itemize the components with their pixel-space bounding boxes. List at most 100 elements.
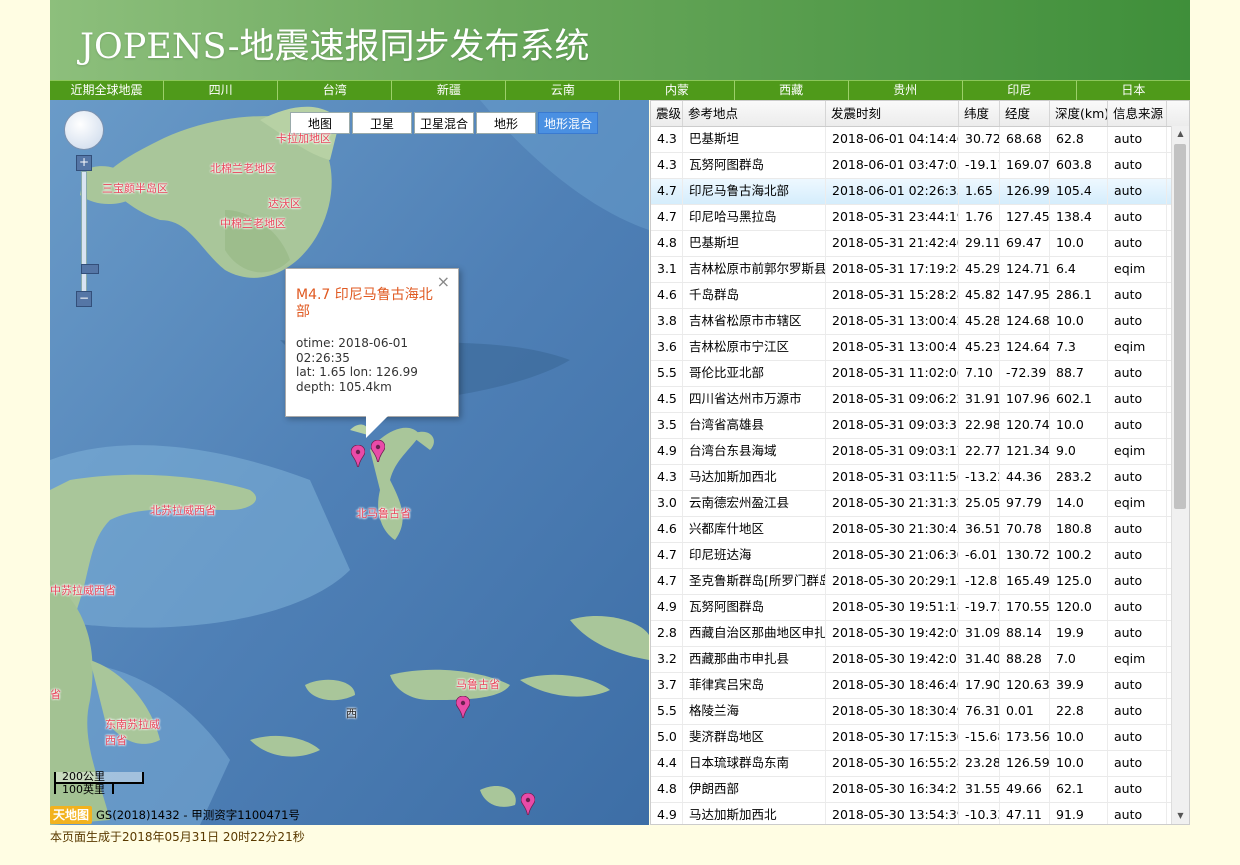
- cell-location: 吉林松原市宁江区: [683, 335, 826, 360]
- column-header-lon[interactable]: 经度: [1000, 101, 1050, 126]
- map-type-terrain[interactable]: 地形: [476, 112, 536, 134]
- cell-lat: 17.90: [959, 673, 1000, 698]
- table-row[interactable]: 4.9马达加斯加西北2018-05-30 13:54:39-10.3347.11…: [651, 803, 1189, 824]
- cell-source: auto: [1108, 283, 1167, 308]
- column-header-lat[interactable]: 纬度: [959, 101, 1000, 126]
- table-row[interactable]: 4.5 四川省达州市万源市 2018-05-31 09:06:22 31.91 107.…: [651, 387, 1189, 413]
- table-row[interactable]: 3.2 西藏那曲市申扎县 2018-05-30 19:42:01 31.40 88.28…: [651, 647, 1189, 673]
- zoom-in-button[interactable]: +: [76, 155, 92, 171]
- map-label: 北马鲁古省: [356, 507, 411, 520]
- map-type-satellite-hybrid[interactable]: 卫星混合: [414, 112, 474, 134]
- zoom-slider[interactable]: [81, 171, 99, 293]
- cell-source: auto: [1108, 777, 1167, 802]
- cell-magnitude: 4.9: [651, 803, 683, 824]
- map-label: 马鲁古省: [456, 678, 500, 691]
- earthquake-map[interactable]: + − 地图 卫星 卫星混合 地形 地形混合 卡拉加地区 北棉兰老地区 三宝颜半…: [50, 100, 649, 825]
- cell-location: 台湾省高雄县: [683, 413, 826, 438]
- cell-lon: 124.71: [1000, 257, 1050, 282]
- map-type-satellite[interactable]: 卫星: [352, 112, 412, 134]
- table-row[interactable]: 2.8 西藏自治区那曲地区申扎县 2018-05-30 19:42:09 31.09 8…: [651, 621, 1189, 647]
- cell-location: 吉林省松原市市辖区: [683, 309, 826, 334]
- nav-item-indonesia[interactable]: 印尼: [962, 80, 1077, 100]
- cell-location: 哥伦比亚北部: [683, 361, 826, 386]
- earthquake-marker[interactable]: [456, 696, 470, 718]
- cell-magnitude: 2.8: [651, 621, 683, 646]
- cell-lat: 31.91: [959, 387, 1000, 412]
- column-header-time[interactable]: 发震时刻: [826, 101, 959, 126]
- table-row[interactable]: 4.7 印尼哈马黑拉岛 2018-05-31 23:44:19 1.76 127.45 1…: [651, 205, 1189, 231]
- nav-item-yunnan[interactable]: 云南: [506, 80, 621, 100]
- cell-depth: 7.3: [1050, 335, 1108, 360]
- table-row[interactable]: 3.6 吉林松原市宁江区 2018-05-31 13:00:41 45.23 124.6…: [651, 335, 1189, 361]
- earthquake-marker[interactable]: [371, 440, 385, 462]
- cell-time: 2018-05-31 17:19:28: [826, 257, 959, 282]
- nav-item-xinjiang[interactable]: 新疆: [392, 80, 507, 100]
- nav-item-japan[interactable]: 日本: [1076, 80, 1190, 100]
- scroll-up-icon[interactable]: ▲: [1172, 126, 1189, 142]
- cell-location: 云南德宏州盈江县: [683, 491, 826, 516]
- cell-lon: 68.68: [1000, 127, 1050, 152]
- table-row[interactable]: 4.7 印尼班达海 2018-05-30 21:06:30 -6.01 130.72 10…: [651, 543, 1189, 569]
- scrollbar-thumb[interactable]: [1174, 144, 1186, 509]
- cell-lon: 126.59: [1000, 751, 1050, 776]
- map-type-terrain-hybrid[interactable]: 地形混合: [538, 112, 598, 134]
- nav-item-taiwan[interactable]: 台湾: [278, 80, 393, 100]
- zoom-slider-handle[interactable]: [81, 264, 99, 274]
- table-row[interactable]: 4.8 伊朗西部 2018-05-30 16:34:23 31.55 49.66 62.1…: [651, 777, 1189, 803]
- cell-magnitude: 3.1: [651, 257, 683, 282]
- table-row[interactable]: 3.7 菲律宾吕宋岛 2018-05-30 18:46:40 17.90 120.63 3…: [651, 673, 1189, 699]
- cell-magnitude: 3.5: [651, 413, 683, 438]
- cell-depth: 125.0: [1050, 569, 1108, 594]
- zoom-out-button[interactable]: −: [76, 291, 92, 307]
- table-row[interactable]: 4.6 兴都库什地区 2018-05-30 21:30:45 36.51 70.78 18…: [651, 517, 1189, 543]
- cell-magnitude: 5.5: [651, 361, 683, 386]
- table-row[interactable]: 4.3瓦努阿图群岛2018-06-01 03:47:03-19.11169.07…: [651, 153, 1189, 179]
- cell-magnitude: 3.8: [651, 309, 683, 334]
- nav-item-guizhou[interactable]: 贵州: [848, 80, 963, 100]
- scroll-down-icon[interactable]: ▼: [1172, 808, 1189, 824]
- table-row[interactable]: 4.7 圣克鲁斯群岛[所罗门群岛 2018-05-30 20:29:13 -12.8 1…: [651, 569, 1189, 595]
- cell-time: 2018-05-30 21:30:45: [826, 517, 959, 542]
- table-row[interactable]: 4.4 日本琉球群岛东南 2018-05-30 16:55:28 23.28 126.5…: [651, 751, 1189, 777]
- map-label: 卡拉加地区: [276, 132, 331, 145]
- table-row[interactable]: 5.5 格陵兰海 2018-05-30 18:30:49 76.31 0.01 22.8 a…: [651, 699, 1189, 725]
- table-scrollbar[interactable]: ▲ ▼: [1171, 126, 1189, 824]
- cell-location: 台湾台东县海域: [683, 439, 826, 464]
- table-row[interactable]: 4.6 千岛群岛 2018-05-31 15:28:28 45.82 147.95 286…: [651, 283, 1189, 309]
- table-row[interactable]: 5.5 哥伦比亚北部 2018-05-31 11:02:06 7.10 -72.39 88…: [651, 361, 1189, 387]
- table-row[interactable]: 4.7 印尼马鲁古海北部 2018-06-01 02:26:35 1.65 126.99…: [651, 179, 1189, 205]
- cell-lon: 97.79: [1000, 491, 1050, 516]
- table-row[interactable]: 4.9瓦努阿图群岛2018-05-30 19:51:18-19.73170.55…: [651, 595, 1189, 621]
- cell-lon: 169.07: [1000, 153, 1050, 178]
- cell-depth: 120.0: [1050, 595, 1108, 620]
- column-header-location[interactable]: 参考地点: [683, 101, 826, 126]
- earthquake-marker[interactable]: [521, 793, 535, 815]
- earthquake-marker[interactable]: [351, 445, 365, 467]
- cell-time: 2018-05-30 19:42:09: [826, 621, 959, 646]
- table-row[interactable]: 5.0斐济群岛地区2018-05-30 17:15:30-15.68173.56…: [651, 725, 1189, 751]
- nav-item-xizang[interactable]: 西藏: [734, 80, 849, 100]
- table-row[interactable]: 4.9 台湾台东县海域 2018-05-31 09:03:17 22.77 121.34…: [651, 439, 1189, 465]
- table-body: 4.3 巴基斯坦 2018-06-01 04:14:46 30.72 68.68 62.8…: [651, 127, 1189, 824]
- nav-item-neimeng[interactable]: 内蒙: [620, 80, 735, 100]
- cell-lat: 7.10: [959, 361, 1000, 386]
- column-header-source[interactable]: 信息来源: [1108, 101, 1167, 126]
- cell-lat: 22.77: [959, 439, 1000, 464]
- table-row[interactable]: 3.1 吉林松原市前郭尔罗斯县 2018-05-31 17:19:28 45.29 12…: [651, 257, 1189, 283]
- table-row[interactable]: 3.8 吉林省松原市市辖区 2018-05-31 13:00:42 45.28 124.…: [651, 309, 1189, 335]
- nav-item-global[interactable]: 近期全球地震: [50, 80, 165, 100]
- table-row[interactable]: 4.3马达加斯加西北2018-05-31 03:11:56-13.2244.36…: [651, 465, 1189, 491]
- table-row[interactable]: 4.8 巴基斯坦 2018-05-31 21:42:40 29.11 69.47 10.0…: [651, 231, 1189, 257]
- cell-time: 2018-05-30 21:06:30: [826, 543, 959, 568]
- cell-lon: 88.28: [1000, 647, 1050, 672]
- table-row[interactable]: 3.5 台湾省高雄县 2018-05-31 09:03:31 22.98 120.74 1…: [651, 413, 1189, 439]
- pan-control[interactable]: [64, 110, 104, 150]
- nav-item-sichuan[interactable]: 四川: [164, 80, 279, 100]
- cell-magnitude: 4.3: [651, 465, 683, 490]
- column-header-magnitude[interactable]: 震级: [651, 101, 683, 126]
- column-header-depth[interactable]: 深度(km): [1050, 101, 1108, 126]
- map-type-switcher: 地图 卫星 卫星混合 地形 地形混合: [290, 112, 598, 134]
- table-row[interactable]: 3.0 云南德宏州盈江县 2018-05-30 21:31:32 25.05 97.79…: [651, 491, 1189, 517]
- cell-depth: 10.0: [1050, 309, 1108, 334]
- table-row[interactable]: 4.3 巴基斯坦 2018-06-01 04:14:46 30.72 68.68 62.8…: [651, 127, 1189, 153]
